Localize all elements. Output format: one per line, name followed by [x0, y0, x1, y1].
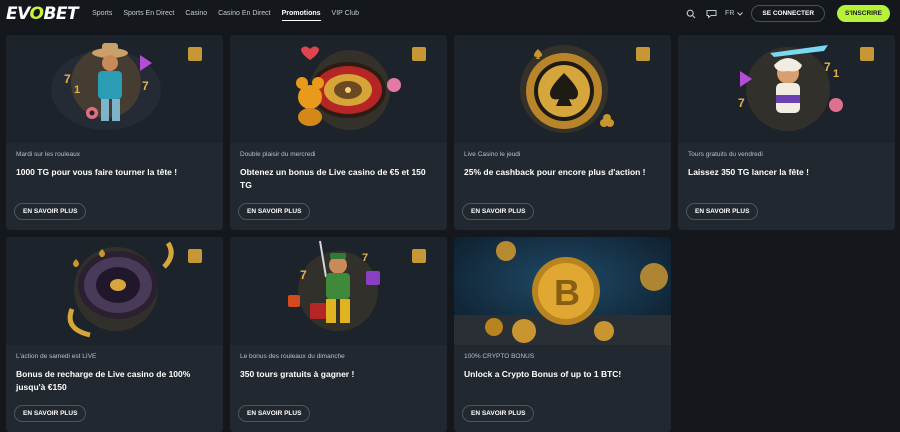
learn-more-button[interactable]: EN SAVOIR PLUS	[462, 405, 535, 422]
promotions-grid: 7 1 7 Mardi sur les rouleaux 1000 TG pou…	[6, 35, 895, 432]
promo-card[interactable]: L'action de samedi est LIVE Bonus de rec…	[6, 237, 223, 432]
svg-text:7: 7	[738, 96, 745, 110]
header-actions: FR SE CONNECTER S'INSCRIRE	[685, 5, 890, 22]
svg-text:1: 1	[74, 84, 80, 96]
promo-subtitle: L'action de samedi est LIVE	[16, 353, 97, 360]
promo-subtitle: Live Casino le jeudi	[464, 151, 521, 158]
promo-image-spade-chip	[454, 35, 671, 143]
promo-card[interactable]: 7 1 7 Mardi sur les rouleaux 1000 TG pou…	[6, 35, 223, 230]
svg-text:B: B	[554, 272, 580, 313]
promo-subtitle: Le bonus des rouleaux du dimanche	[240, 353, 345, 360]
promo-card[interactable]: B 100% CRYPTO BONUS Unlock a Crypto Bonu…	[454, 237, 671, 432]
svg-text:7: 7	[300, 268, 307, 282]
promo-card[interactable]: 7 7 Le bonus des rouleaux du dimanche 35…	[230, 237, 447, 432]
svg-text:7: 7	[142, 79, 149, 93]
promo-title: Unlock a Crypto Bonus of up to 1 BTC!	[464, 369, 622, 379]
nav-sports-live[interactable]: Sports En Direct	[123, 6, 174, 21]
learn-more-button[interactable]: EN SAVOIR PLUS	[14, 405, 87, 422]
nav-casino-live[interactable]: Casino En Direct	[218, 6, 271, 21]
promo-card[interactable]: 7 7 1 Tours gratuits du vendredi Laissez…	[678, 35, 895, 230]
promo-title: Bonus de recharge de Live casino de 100%…	[16, 369, 191, 392]
chevron-down-icon	[737, 11, 744, 16]
promo-image-roulette-wheel	[6, 237, 223, 345]
evobet-logo[interactable]: EVOBET	[6, 4, 79, 24]
promo-title: Obtenez un bonus de Live casino de €5 et…	[240, 167, 426, 190]
learn-more-button[interactable]: EN SAVOIR PLUS	[462, 203, 535, 220]
language-label: FR	[725, 10, 735, 17]
svg-text:1: 1	[833, 68, 839, 80]
learn-more-button[interactable]: EN SAVOIR PLUS	[14, 203, 87, 220]
promo-image-bitcoin: B	[454, 237, 671, 345]
nav-casino[interactable]: Casino	[185, 6, 207, 21]
promo-card[interactable]: Double plaisir du mercredi Obtenez un bo…	[230, 35, 447, 230]
top-header: EVOBET Sports Sports En Direct Casino Ca…	[0, 0, 900, 27]
nav-sports[interactable]: Sports	[92, 6, 112, 21]
chat-icon[interactable]	[705, 8, 717, 20]
language-selector[interactable]: FR	[725, 10, 744, 17]
promo-image-miner: 7 7	[230, 237, 447, 345]
promo-image-zeus: 7 7 1	[678, 35, 895, 143]
search-icon[interactable]	[685, 8, 697, 20]
learn-more-button[interactable]: EN SAVOIR PLUS	[238, 203, 311, 220]
svg-text:7: 7	[64, 72, 71, 86]
signup-button[interactable]: S'INSCRIRE	[837, 5, 890, 22]
promo-subtitle: Mardi sur les rouleaux	[16, 151, 80, 158]
nav-promotions[interactable]: Promotions	[281, 6, 321, 21]
promo-subtitle: Tours gratuits du vendredi	[688, 151, 763, 158]
login-button[interactable]: SE CONNECTER	[751, 5, 826, 22]
promo-subtitle: 100% CRYPTO BONUS	[464, 353, 535, 360]
learn-more-button[interactable]: EN SAVOIR PLUS	[686, 203, 759, 220]
svg-text:7: 7	[824, 60, 831, 74]
svg-text:7: 7	[362, 252, 368, 264]
nav-vip-club[interactable]: VIP Club	[332, 6, 360, 21]
promo-title: 25% de cashback pour encore plus d'actio…	[464, 167, 646, 177]
promo-title: 350 tours gratuits à gagner !	[240, 369, 355, 379]
learn-more-button[interactable]: EN SAVOIR PLUS	[238, 405, 311, 422]
promo-title: 1000 TG pour vous faire tourner la tête …	[16, 167, 178, 177]
promo-image-cowboy: 7 1 7	[6, 35, 223, 143]
promo-title: Laissez 350 TG lancer la fête !	[688, 167, 809, 177]
main-nav: Sports Sports En Direct Casino Casino En…	[92, 6, 359, 21]
promo-card[interactable]: Live Casino le jeudi 25% de cashback pou…	[454, 35, 671, 230]
promo-subtitle: Double plaisir du mercredi	[240, 151, 316, 158]
promo-image-roulette-teddy	[230, 35, 447, 143]
